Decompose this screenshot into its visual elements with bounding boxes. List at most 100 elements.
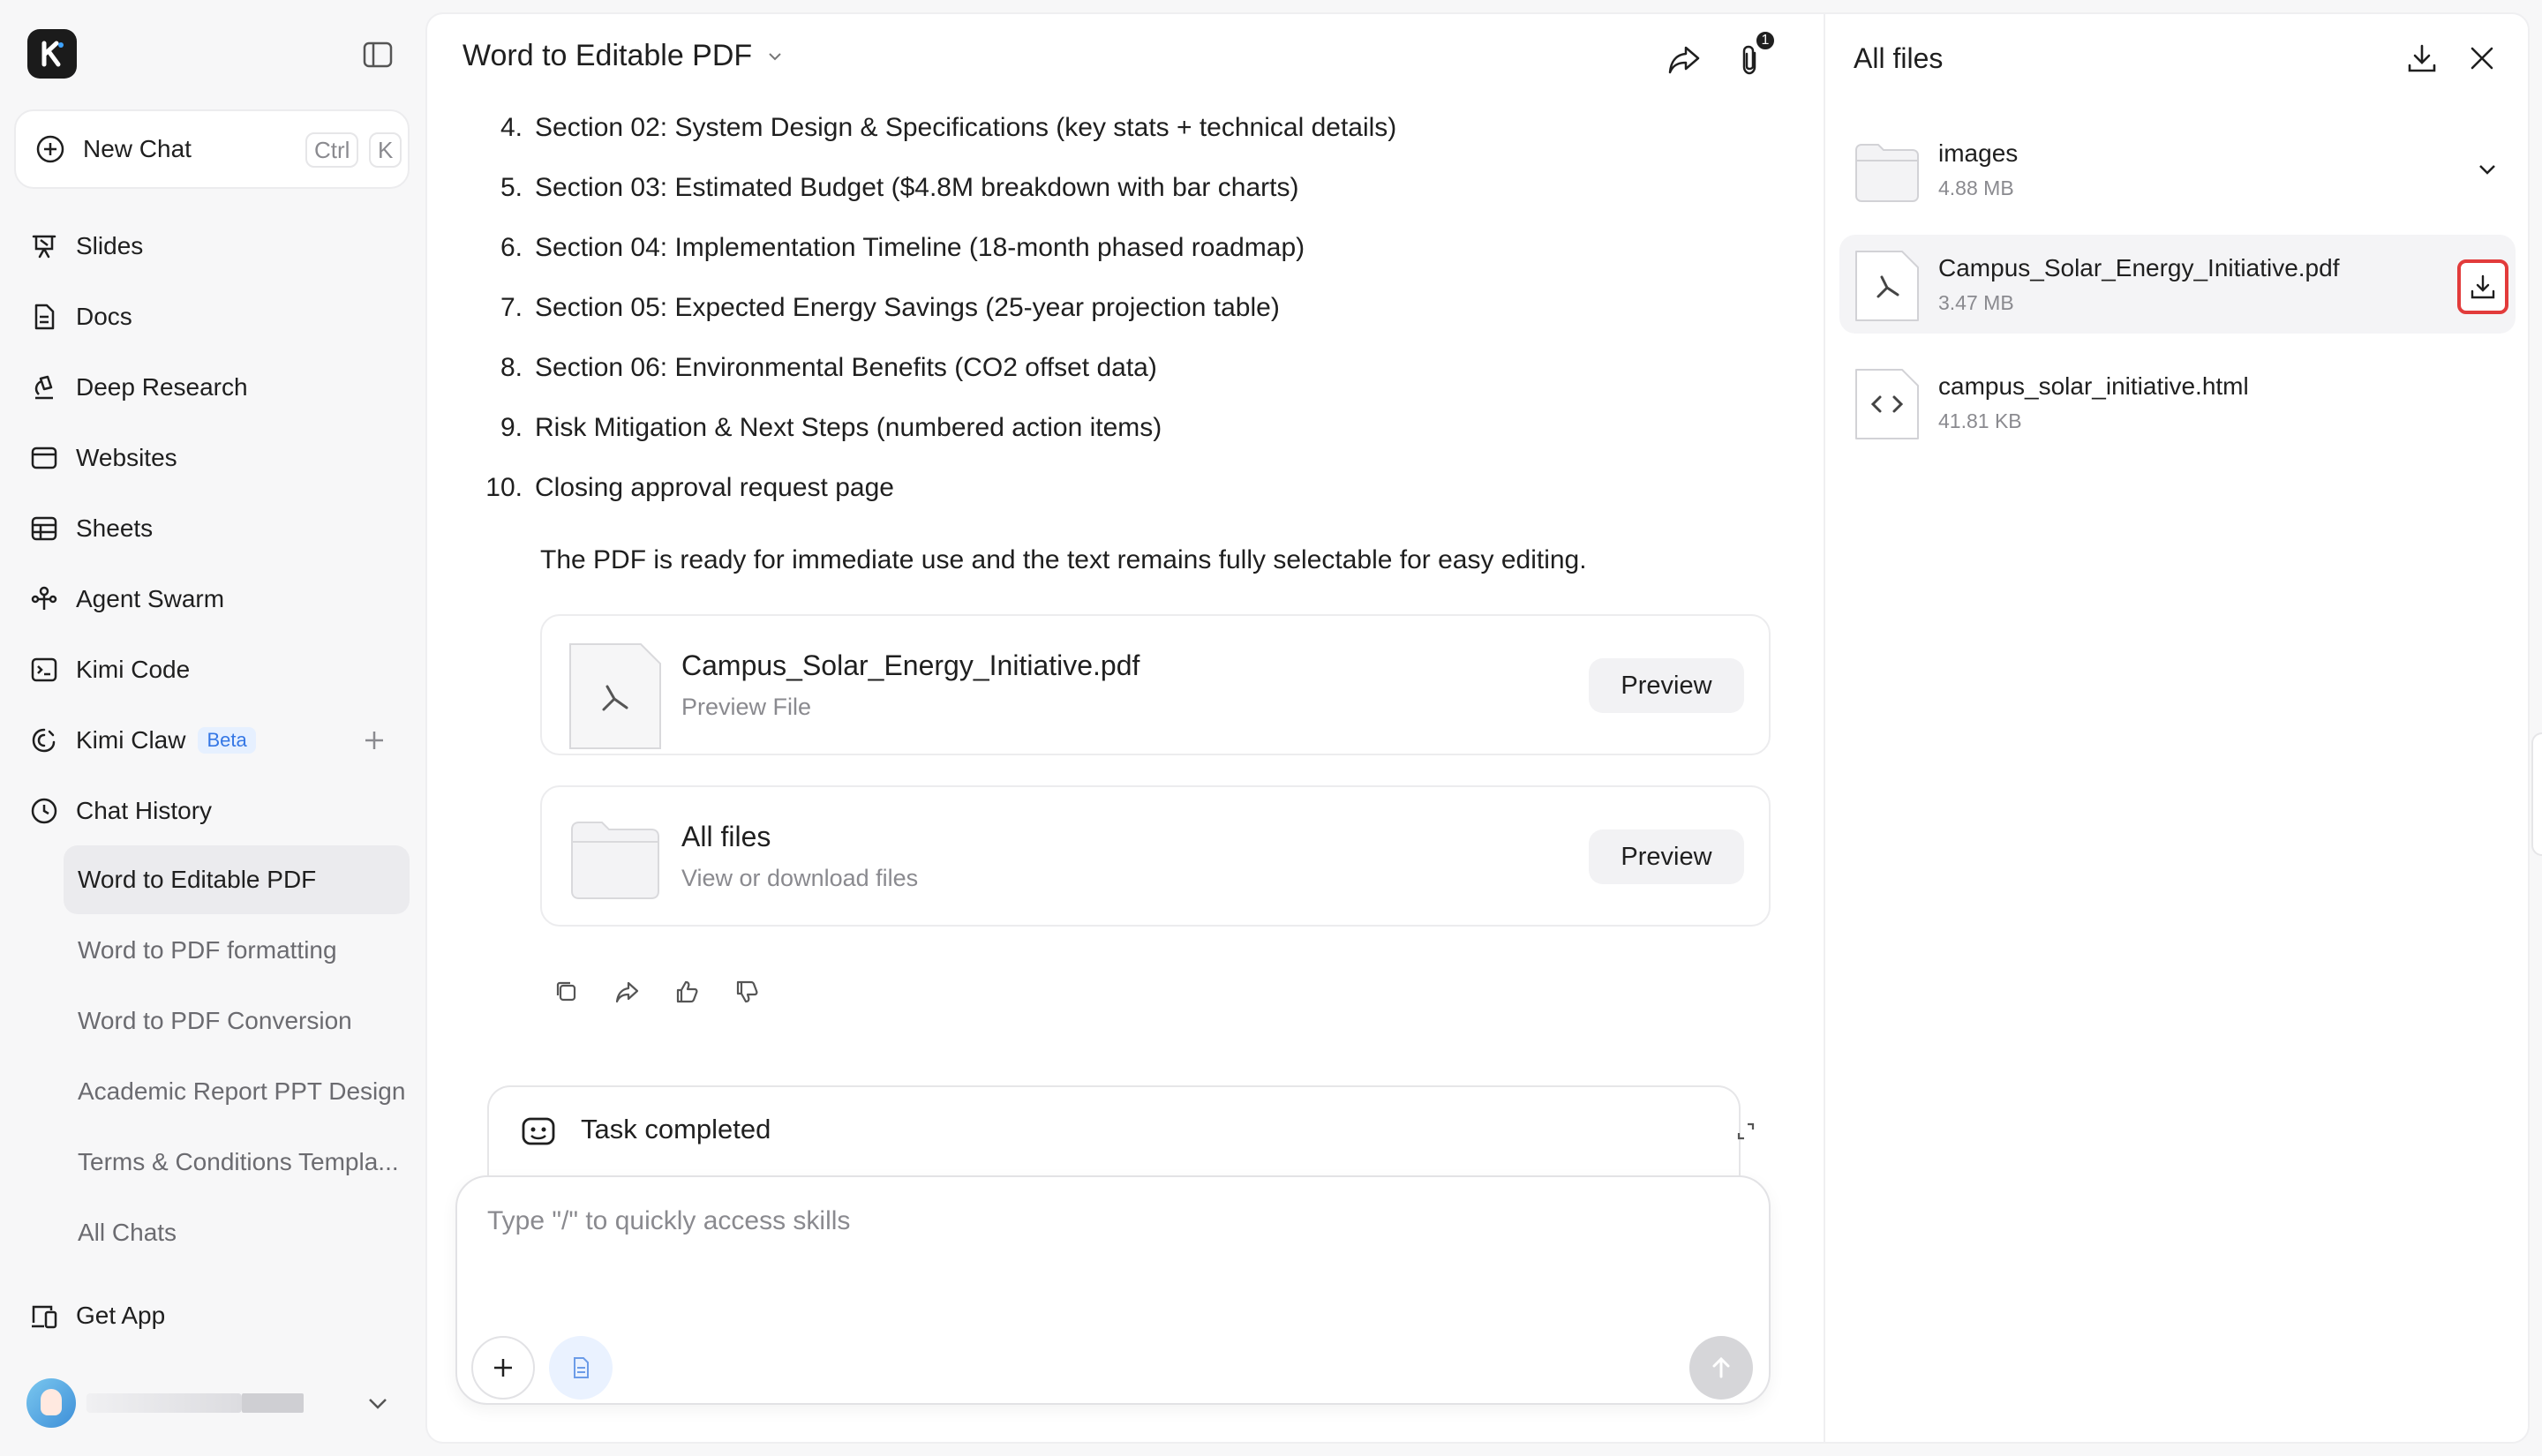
- docs-icon: [30, 303, 58, 331]
- page-title: Word to Editable PDF: [463, 39, 753, 72]
- sidebar-item-label: Kimi Claw: [76, 726, 186, 754]
- username-redacted-block: [242, 1393, 304, 1413]
- slides-icon: [30, 232, 58, 260]
- download-file-button[interactable]: [2457, 259, 2508, 314]
- kimi-logo[interactable]: [27, 29, 77, 79]
- all-files-card[interactable]: All files View or download files Preview: [540, 785, 1771, 927]
- user-profile[interactable]: [26, 1378, 304, 1428]
- robot-icon: [519, 1112, 558, 1151]
- plus-circle-icon: [35, 134, 65, 164]
- card-subtitle: View or download files: [681, 865, 919, 891]
- file-item-pdf[interactable]: Campus_Solar_Energy_Initiative.pdf 3.47 …: [1839, 235, 2516, 334]
- websites-icon: [30, 444, 58, 472]
- chevron-down-icon[interactable]: [362, 1387, 394, 1419]
- sidebar-item-label: Chat History: [76, 797, 213, 824]
- sidebar-item-label: Deep Research: [76, 373, 248, 401]
- list-item: 5. Section 03: Estimated Budget ($4.8M br…: [500, 173, 1299, 202]
- sidebar-item-label: Agent Swarm: [76, 585, 225, 612]
- avatar: [26, 1378, 76, 1428]
- file-size: 3.47 MB: [1938, 291, 2014, 314]
- chat-main: Word to Editable PDF 1 4. Section 02: Sys…: [425, 12, 1824, 1444]
- new-chat-label: New Chat: [83, 135, 192, 162]
- add-claw-plus-icon[interactable]: [360, 726, 388, 754]
- file-name: campus_solar_initiative.html: [1938, 372, 2249, 400]
- panel-resize-handle[interactable]: [2531, 732, 2542, 856]
- folder-icon: [568, 814, 662, 902]
- panel-title: All files: [1854, 42, 1944, 74]
- share-icon[interactable]: [1665, 41, 1703, 79]
- preview-button[interactable]: Preview: [1589, 658, 1744, 713]
- sidebar-item-agent-swarm[interactable]: Agent Swarm: [0, 568, 424, 630]
- beta-badge: Beta: [198, 727, 256, 754]
- code-icon: [30, 656, 58, 684]
- send-button[interactable]: [1689, 1336, 1753, 1400]
- file-item-images-folder[interactable]: images 4.88 MB: [1839, 120, 2516, 219]
- sidebar-item-chat-history[interactable]: Chat History: [0, 780, 424, 842]
- expand-icon[interactable]: [1734, 1119, 1758, 1144]
- new-chat-button[interactable]: New Chat Ctrl K: [14, 109, 410, 189]
- sidebar-item-docs[interactable]: Docs: [0, 286, 424, 348]
- files-panel: All files images 4.88 MB Campus_Solar_En…: [1824, 12, 2530, 1444]
- file-title: Campus_Solar_Energy_Initiative.pdf: [681, 649, 1140, 681]
- sidebar-item-deep-research[interactable]: Deep Research: [0, 356, 424, 418]
- download-icon: [2471, 274, 2495, 299]
- sidebar-toggle-icon[interactable]: [362, 39, 394, 71]
- message-input[interactable]: [487, 1200, 1635, 1242]
- download-all-icon[interactable]: [2403, 39, 2441, 78]
- get-app-button[interactable]: Get App: [0, 1285, 424, 1347]
- list-item: 8. Section 06: Environmental Benefits (CO…: [500, 353, 1157, 382]
- pdf-file-icon: [1854, 249, 1921, 323]
- file-subtitle: Preview File: [681, 694, 812, 720]
- history-item[interactable]: Academic Report PPT Design: [64, 1057, 410, 1126]
- chevron-down-icon[interactable]: [2471, 154, 2503, 185]
- agent-swarm-icon: [30, 585, 58, 613]
- sidebar-item-label: Slides: [76, 232, 144, 259]
- list-item: 4. Section 02: System Design & Specificat…: [500, 113, 1397, 142]
- username-redacted: [86, 1393, 242, 1413]
- chat-title-dropdown[interactable]: Word to Editable PDF: [463, 39, 786, 73]
- card-title: All files: [681, 821, 771, 852]
- sidebar-item-websites[interactable]: Websites: [0, 427, 424, 489]
- add-attachment-button[interactable]: [471, 1336, 535, 1400]
- sidebar-item-label: Websites: [76, 444, 177, 471]
- thumbs-down-icon[interactable]: [729, 974, 764, 1009]
- claw-icon: [30, 726, 58, 754]
- sidebar-item-slides[interactable]: Slides: [0, 215, 424, 277]
- history-item[interactable]: Word to PDF Conversion: [64, 987, 410, 1055]
- thumbs-up-icon[interactable]: [669, 974, 704, 1009]
- message-composer: [455, 1175, 1771, 1405]
- copy-icon[interactable]: [549, 974, 584, 1009]
- document-icon: [574, 1357, 589, 1378]
- share-icon[interactable]: [609, 974, 644, 1009]
- list-item: 6. Section 04: Implementation Timeline (1…: [500, 233, 1305, 262]
- docs-skill-button[interactable]: [549, 1336, 613, 1400]
- file-name: Campus_Solar_Energy_Initiative.pdf: [1938, 254, 2340, 281]
- attachment-count-badge: 1: [1755, 30, 1776, 51]
- preview-button[interactable]: Preview: [1589, 829, 1744, 884]
- sidebar-item-sheets[interactable]: Sheets: [0, 498, 424, 559]
- folder-icon: [1854, 134, 1921, 205]
- all-chats-link[interactable]: All Chats: [64, 1198, 410, 1267]
- sheets-icon: [30, 514, 58, 543]
- sidebar-item-label: Kimi Code: [76, 656, 191, 683]
- arrow-up-icon: [1712, 1356, 1730, 1378]
- close-icon[interactable]: [2463, 39, 2501, 78]
- plus-icon: [494, 1359, 512, 1377]
- sidebar-item-label: Docs: [76, 303, 132, 330]
- sidebar-item-kimi-code[interactable]: Kimi Code: [0, 639, 424, 701]
- code-file-icon: [1854, 367, 1921, 441]
- sidebar: New Chat Ctrl K Slides Docs Deep Researc…: [0, 0, 424, 1456]
- history-item[interactable]: Word to Editable PDF: [64, 845, 410, 914]
- pdf-file-card[interactable]: Campus_Solar_Energy_Initiative.pdf Previ…: [540, 614, 1771, 755]
- pdf-file-icon: [568, 642, 662, 750]
- sidebar-item-kimi-claw[interactable]: Kimi Claw Beta: [0, 709, 424, 771]
- file-item-html[interactable]: campus_solar_initiative.html 41.81 KB: [1839, 353, 2516, 452]
- task-status-label: Task completed: [581, 1114, 771, 1145]
- file-size: 4.88 MB: [1938, 176, 2014, 199]
- deep-research-icon: [30, 373, 58, 402]
- history-item[interactable]: Terms & Conditions Templa...: [64, 1128, 410, 1197]
- list-item: 7. Section 05: Expected Energy Savings (2…: [500, 293, 1280, 322]
- file-name: images: [1938, 139, 2019, 167]
- clock-icon: [30, 797, 58, 825]
- history-item[interactable]: Word to PDF formatting: [64, 916, 410, 985]
